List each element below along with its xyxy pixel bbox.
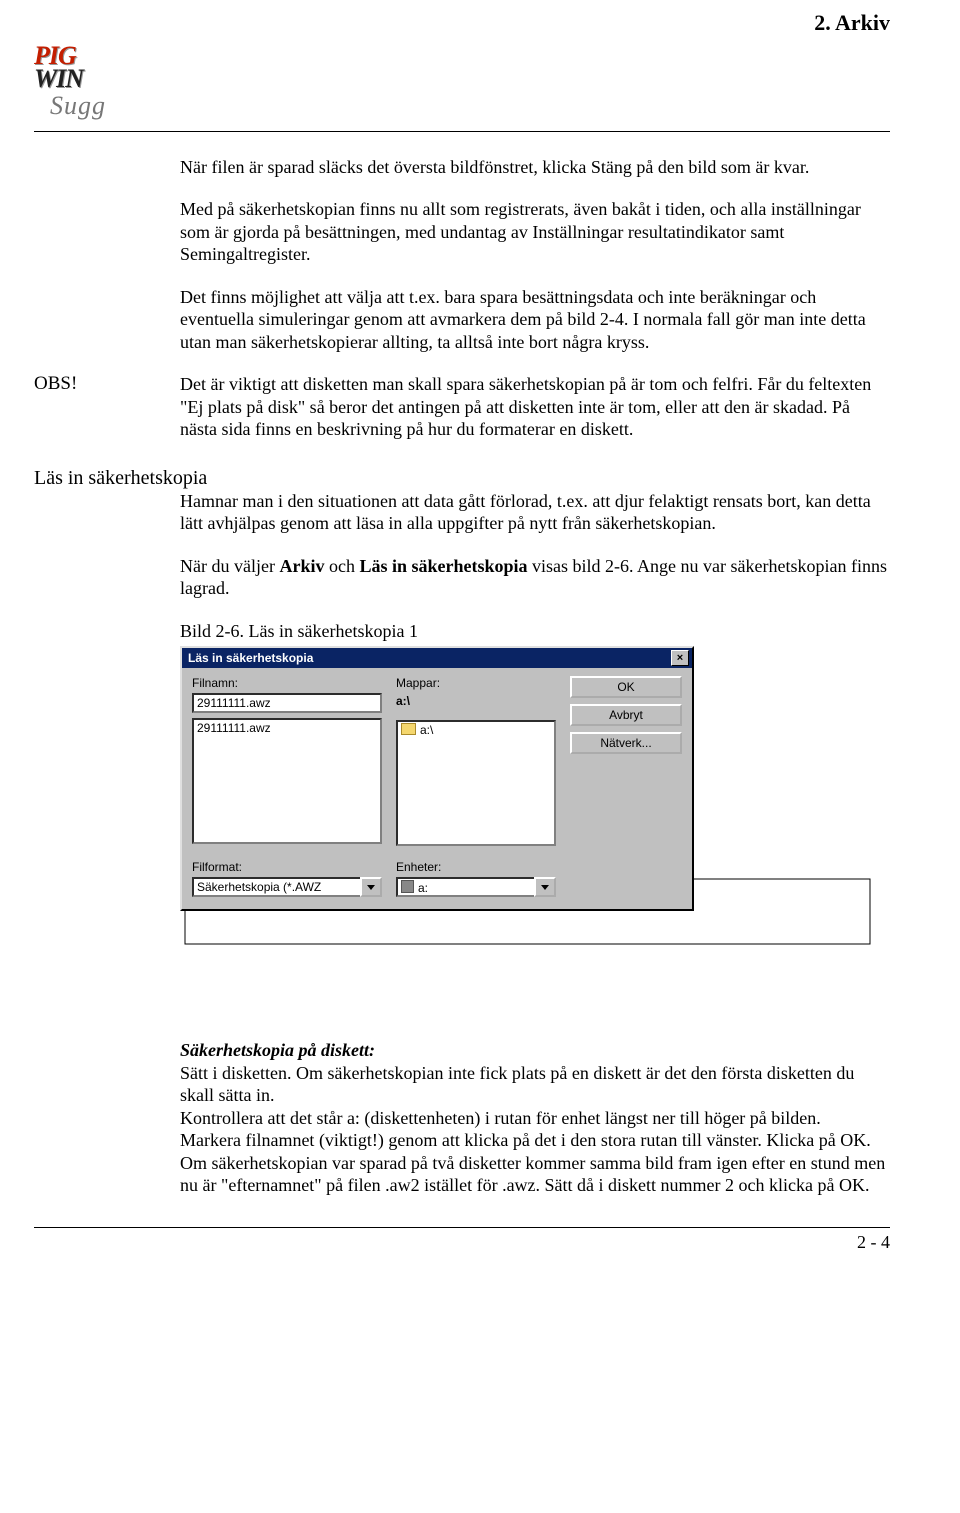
dialog-titlebar: Läs in säkerhetskopia × [182, 648, 692, 668]
paragraph-3: Det finns möjlighet att välja att t.ex. … [180, 286, 890, 354]
filformat-label: Filformat: [192, 860, 382, 874]
ok-button[interactable]: OK [570, 676, 682, 698]
filnamn-input[interactable]: 29111111.awz [192, 693, 382, 713]
lasin-p1: Hamnar man i den situationen att data gå… [180, 490, 890, 535]
obs-label: OBS! [34, 373, 180, 395]
logo: PIG WIN Sugg [34, 44, 106, 121]
instructions-title: Säkerhetskopia på diskett: [180, 1039, 890, 1062]
natverk-button[interactable]: Nätverk... [570, 732, 682, 754]
filnamn-label: Filnamn: [192, 676, 382, 690]
footer-divider [34, 1227, 890, 1228]
subheading-lasin: Läs in säkerhetskopia [34, 467, 890, 490]
file-listbox[interactable]: 29111111.awz [192, 718, 382, 844]
enheter-combo[interactable]: a: [396, 877, 556, 897]
close-icon[interactable]: × [671, 650, 689, 666]
instructions: Säkerhetskopia på diskett: Sätt i disket… [180, 1039, 890, 1197]
enheter-label: Enheter: [396, 860, 556, 874]
section-title: 2. Arkiv [814, 10, 890, 36]
instructions-l3: Markera filnamnet (viktigt!) genom att k… [180, 1130, 871, 1150]
logo-win: WIN [34, 64, 83, 93]
lasin-p2: När du väljer Arkiv och Läs in säkerhets… [180, 555, 890, 600]
logo-sub: Sugg [50, 91, 106, 121]
annotation-line [180, 919, 890, 1039]
chevron-down-icon[interactable] [534, 877, 556, 897]
instructions-l2: Kontrollera att det står a: (diskettenhe… [180, 1108, 821, 1128]
filformat-value: Säkerhetskopia (*.AWZ [192, 877, 360, 897]
dialog-las-in-sakerhetskopia: Läs in säkerhetskopia × Filnamn: 2911111… [180, 646, 694, 911]
folder-item[interactable]: a:\ [401, 723, 551, 737]
instructions-l4: Om säkerhetskopian var sparad på två dis… [180, 1153, 885, 1196]
mappar-label: Mappar: [396, 676, 556, 690]
paragraph-2: Med på säkerhetskopian finns nu allt som… [180, 198, 890, 266]
list-item[interactable]: 29111111.awz [197, 721, 377, 735]
page-number: 2 - 4 [34, 1232, 890, 1253]
avbryt-button[interactable]: Avbryt [570, 704, 682, 726]
instructions-l1: Sätt i disketten. Om säkerhetskopian int… [180, 1063, 854, 1106]
filformat-combo[interactable]: Säkerhetskopia (*.AWZ [192, 877, 382, 897]
obs-text: Det är viktigt att disketten man skall s… [180, 373, 890, 441]
folder-listbox[interactable]: a:\ [396, 720, 556, 846]
figure-caption: Bild 2-6. Läs in säkerhetskopia 1 [180, 620, 890, 643]
dialog-title: Läs in säkerhetskopia [188, 651, 313, 665]
header-divider [34, 131, 890, 132]
paragraph-1: När filen är sparad släcks det översta b… [180, 156, 890, 179]
chevron-down-icon[interactable] [360, 877, 382, 897]
mappar-value: a:\ [396, 693, 556, 715]
enheter-value: a: [396, 877, 534, 897]
